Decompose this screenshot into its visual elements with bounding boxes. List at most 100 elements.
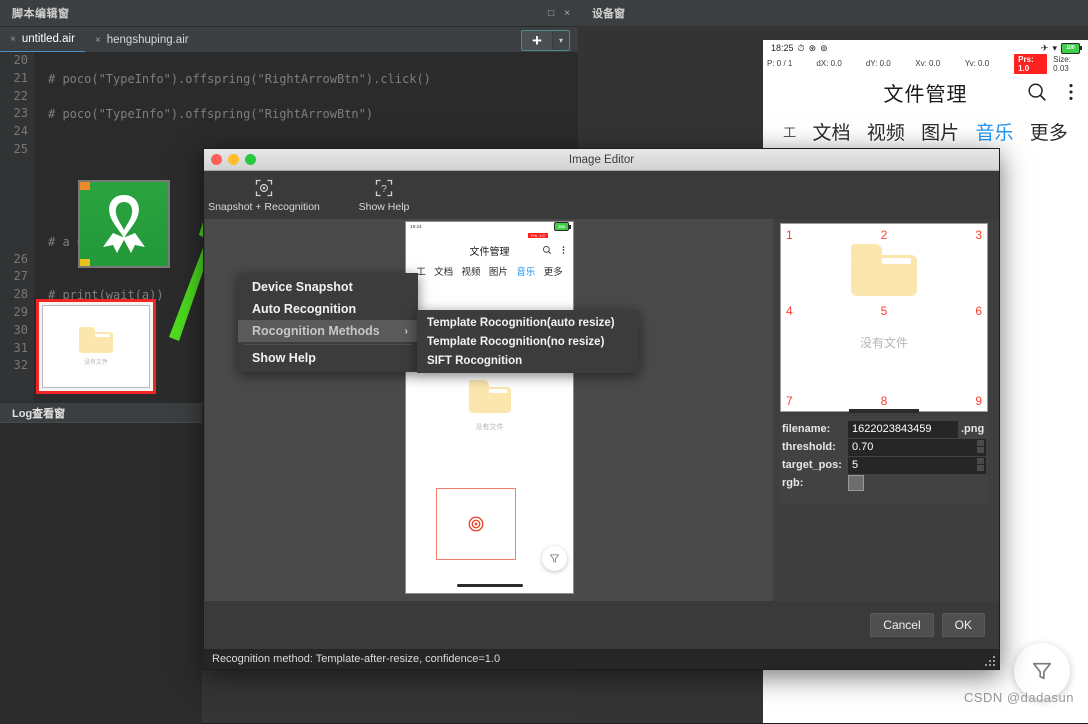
battery-icon: 100 xyxy=(554,222,571,231)
chevron-right-icon: › xyxy=(404,325,408,337)
cancel-button[interactable]: Cancel xyxy=(870,613,934,637)
device-window-title: 设备窗 xyxy=(592,8,625,20)
target-pos-label: target_pos: xyxy=(782,459,842,471)
device-tab-pictures[interactable]: 图片 xyxy=(921,118,959,145)
captured-screenshot[interactable]: 18:24 100 Prs: 1.0 文件管理 工 文档 视频 图片 音乐 更多… xyxy=(405,221,574,594)
line-number: 31 xyxy=(0,339,34,358)
menu-item-show-help[interactable]: Show Help xyxy=(238,347,418,369)
screenshot-status-bar: 18:24 100 xyxy=(406,222,573,231)
line-number: 28 xyxy=(0,286,34,304)
menu-item-recognition-methods[interactable]: Rocognition Methods › xyxy=(238,320,418,342)
grid-pos-6[interactable]: 6 xyxy=(975,304,982,318)
code-line: 24 xyxy=(0,123,578,141)
grid-pos-5[interactable]: 5 xyxy=(881,304,888,318)
help-question-icon: ? xyxy=(375,179,393,196)
inline-screenshot-thumbnail[interactable]: 没有文件 xyxy=(36,299,156,394)
resize-grip[interactable] xyxy=(985,656,995,666)
menu-item-device-snapshot[interactable]: Device Snapshot xyxy=(238,276,418,298)
threshold-stepper[interactable] xyxy=(977,439,984,453)
filename-input[interactable]: 1622023843459 xyxy=(848,420,958,438)
target-pos-input[interactable]: 5 xyxy=(848,456,986,474)
plus-icon[interactable]: + xyxy=(522,31,552,50)
property-row-rgb: rgb: xyxy=(780,474,988,492)
script-window-controls[interactable]: □ × xyxy=(548,0,570,26)
screenshot-tab-2: 视频 xyxy=(461,266,481,278)
filter-fab-button xyxy=(542,546,567,571)
mute-icon: ⊛ xyxy=(808,42,817,53)
thumbnail-caption: 没有文件 xyxy=(83,360,108,366)
filter-icon xyxy=(1032,662,1052,680)
image-editor-toolbar: Snapshot + Recognition ? Show Help xyxy=(204,171,999,220)
device-tab-0[interactable]: 工 xyxy=(783,122,796,141)
submenu-item-sift[interactable]: SIFT Rocognition xyxy=(417,351,639,370)
threshold-input[interactable]: 0.70 xyxy=(848,438,986,456)
grid-pos-7[interactable]: 7 xyxy=(786,394,793,408)
submenu-item-template-auto-resize[interactable]: Template Rocognition(auto resize) xyxy=(417,313,639,332)
minimize-button[interactable] xyxy=(228,154,239,165)
line-number: 30 xyxy=(0,321,34,340)
device-tab-more[interactable]: 更多 xyxy=(1030,118,1068,145)
screenshot-app-title: 文件管理 xyxy=(469,246,510,258)
grid-pos-9[interactable]: 9 xyxy=(975,394,982,408)
context-submenu[interactable]: Template Rocognition(auto resize) Templa… xyxy=(417,310,639,373)
grid-pos-1[interactable]: 1 xyxy=(786,228,793,242)
menu-item-auto-recognition[interactable]: Auto Recognition xyxy=(238,298,418,320)
maximize-icon[interactable]: □ xyxy=(548,8,554,19)
grid-pos-2[interactable]: 2 xyxy=(881,228,888,242)
image-editor-titlebar[interactable]: Image Editor xyxy=(204,149,999,171)
wifi-icon: ▾ xyxy=(1052,42,1057,53)
grid-empty-text: 没有文件 xyxy=(859,336,908,350)
screenshot-app-title-bar: 文件管理 xyxy=(406,239,573,261)
image-editor-right-panel: 1 2 3 4 5 6 7 8 9 没有文件 filename: 1622023… xyxy=(775,219,999,601)
tab-untitled-air[interactable]: × untitled.air xyxy=(0,27,85,53)
context-menu[interactable]: Device Snapshot Auto Recognition Rocogni… xyxy=(238,273,418,372)
property-row-threshold: threshold: 0.70 xyxy=(780,438,988,456)
close-button[interactable] xyxy=(211,154,222,165)
device-tab-music[interactable]: 音乐 xyxy=(975,118,1013,145)
grid-pos-3[interactable]: 3 xyxy=(975,228,982,242)
selection-rectangle[interactable] xyxy=(436,488,516,560)
show-help-button[interactable]: ? Show Help xyxy=(324,178,444,213)
tab-hengshuping-air[interactable]: × hengshuping.air xyxy=(85,27,199,53)
code-line: 23 # poco("TypeInfo").offspring("RightArr… xyxy=(0,105,578,124)
icon-corner-yellow xyxy=(80,259,90,266)
tab-close-icon[interactable]: × xyxy=(10,34,16,45)
menu-separator xyxy=(244,344,412,345)
line-number: 23 xyxy=(0,105,34,124)
home-indicator xyxy=(849,409,919,413)
snapshot-recognition-button[interactable]: Snapshot + Recognition xyxy=(204,178,324,213)
image-editor-window: Image Editor Snapshot + Recognition ? Sh… xyxy=(203,148,1000,670)
more-vertical-icon[interactable] xyxy=(1068,81,1074,103)
grid-pos-4[interactable]: 4 xyxy=(786,304,793,318)
device-app-titlebar: 文件管理 xyxy=(763,71,1088,113)
tab-close-icon[interactable]: × xyxy=(95,35,101,46)
device-app-title: 文件管理 xyxy=(883,83,968,106)
target-pos-value: 5 xyxy=(852,459,859,471)
svg-text:?: ? xyxy=(381,184,387,195)
screenshot-debug-row: Prs: 1.0 xyxy=(406,231,573,239)
submenu-item-template-no-resize[interactable]: Template Rocognition(no resize) xyxy=(417,332,639,351)
close-icon[interactable]: × xyxy=(564,8,570,19)
add-script-button-group[interactable]: + ▾ xyxy=(521,30,570,51)
property-row-filename: filename: 1622023843459 .png xyxy=(780,420,988,438)
traffic-lights[interactable] xyxy=(211,154,256,165)
target-pos-stepper[interactable] xyxy=(977,457,984,471)
screenshot-tab-4: 音乐 xyxy=(516,266,536,278)
battery-icon: 100 xyxy=(1061,42,1082,54)
rgb-checkbox[interactable] xyxy=(848,475,864,491)
device-tab-videos[interactable]: 视频 xyxy=(867,118,905,145)
filename-label: filename: xyxy=(782,423,831,435)
ok-button[interactable]: OK xyxy=(941,613,985,637)
zoom-button[interactable] xyxy=(245,154,256,165)
screenshot-status-time: 18:24 xyxy=(410,224,422,229)
menu-item-label: Rocognition Methods xyxy=(252,324,380,338)
grid-pos-8[interactable]: 8 xyxy=(881,394,888,408)
pointer-yv: Yv: 0.0 xyxy=(964,59,990,68)
search-icon[interactable] xyxy=(1026,81,1048,103)
target-position-grid[interactable]: 1 2 3 4 5 6 7 8 9 没有文件 xyxy=(780,223,988,413)
device-category-tabs[interactable]: 工 文档 视频 图片 音乐 更多 xyxy=(763,113,1088,149)
tab-label: hengshuping.air xyxy=(106,34,189,46)
pointer-dy: dY: 0.0 xyxy=(865,59,891,68)
device-tab-documents[interactable]: 文档 xyxy=(812,118,850,145)
chevron-down-icon[interactable]: ▾ xyxy=(552,31,569,50)
